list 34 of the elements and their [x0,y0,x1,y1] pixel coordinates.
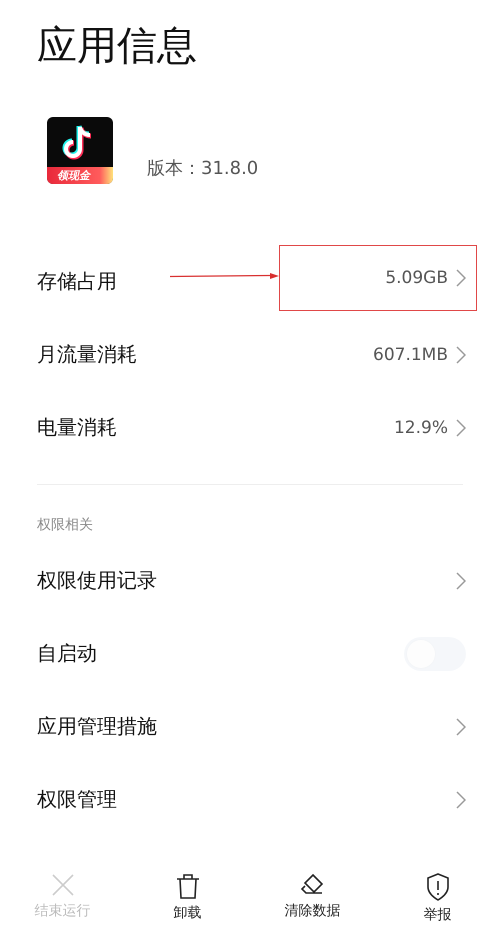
row-label: 权限使用记录 [37,567,158,594]
chevron-icon [456,572,466,590]
version-text: 版本：31.8.0 [147,157,258,180]
shield-alert-icon [426,873,450,901]
close-icon [50,873,74,897]
setting-row[interactable]: 存储占用 5.09GB [0,245,500,318]
eraser-icon [300,873,326,897]
row-label: 存储占用 [37,268,118,295]
chevron-icon [456,346,466,364]
page-title: 应用信息 [37,22,198,70]
setting-row[interactable]: 自启动 [0,617,500,690]
row-label: 电量消耗 [37,414,118,441]
setting-row[interactable]: 电量消耗 12.9% [0,391,500,464]
action-button[interactable]: 清除数据 [250,869,375,931]
setting-row[interactable]: 权限使用记录 [0,544,500,617]
setting-row[interactable]: 权限管理 [0,763,500,836]
section-header: 权限相关 [37,516,94,534]
icon-badge: 领现金 [47,167,113,184]
row-label: 月流量消耗 [37,341,138,368]
action-button[interactable]: 卸载 [125,869,250,931]
setting-row[interactable]: 应用管理措施 [0,690,500,763]
row-value: 5.09GB [385,268,448,288]
chevron-icon [456,718,466,736]
chevron-icon [456,269,466,287]
trash-icon [176,873,200,899]
row-label: 权限管理 [37,786,118,813]
row-label: 自启动 [37,640,98,667]
row-value: 607.1MB [373,344,448,364]
chevron-icon [456,418,466,436]
setting-row[interactable]: 月流量消耗 607.1MB [0,318,500,391]
row-value: 12.9% [394,418,448,438]
action-button[interactable]: 举报 [375,869,500,931]
chevron-icon [456,790,466,808]
row-label: 应用管理措施 [37,713,158,740]
